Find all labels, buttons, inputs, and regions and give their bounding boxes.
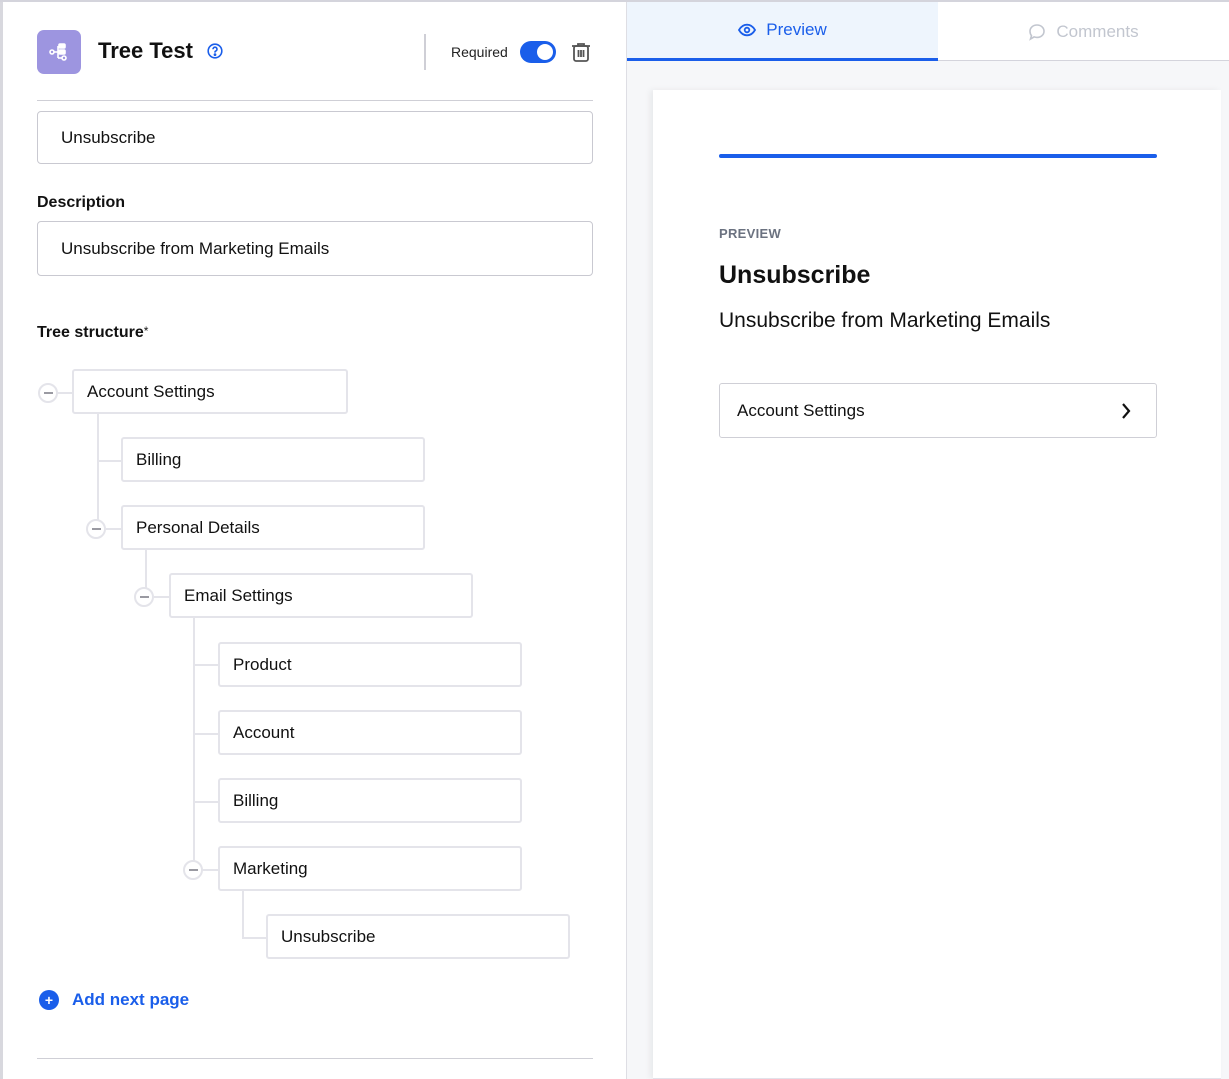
- toggle-knob: [537, 44, 553, 60]
- preview-tree-item[interactable]: Account Settings: [719, 383, 1157, 438]
- description-label: Description: [37, 194, 126, 211]
- progress-fill: [719, 154, 1157, 158]
- tree-connector: [97, 413, 99, 530]
- tree-node[interactable]: Personal Details: [121, 505, 425, 550]
- tree-node[interactable]: Account: [218, 710, 522, 755]
- trash-icon[interactable]: [570, 41, 592, 63]
- tree-connector: [242, 891, 244, 938]
- tree-connector: [193, 618, 195, 870]
- tree-node[interactable]: Email Settings: [169, 573, 473, 618]
- plus-icon: +: [39, 990, 59, 1010]
- preview-card: PREVIEW Unsubscribe Unsubscribe from Mar…: [653, 90, 1221, 1079]
- preview-kicker: PREVIEW: [719, 226, 782, 241]
- tree-node[interactable]: Unsubscribe: [266, 914, 570, 959]
- tree-connector: [57, 392, 73, 394]
- tree-connector: [193, 733, 218, 735]
- tree-node[interactable]: Marketing: [218, 846, 522, 891]
- required-toggle[interactable]: [520, 41, 556, 63]
- preview-description: Unsubscribe from Marketing Emails: [719, 309, 1051, 332]
- description-input[interactable]: Unsubscribe from Marketing Emails: [37, 221, 593, 276]
- tree-test-editor: Tree Test Required Unsubscribe Descripti…: [0, 0, 1229, 1079]
- collapse-toggle-personal-details[interactable]: [86, 519, 106, 539]
- preview-tree-item-label: Account Settings: [737, 400, 865, 420]
- preview-title: Unsubscribe: [719, 261, 871, 289]
- header-divider: [424, 34, 426, 70]
- tree-connector: [193, 664, 218, 666]
- tree-structure-label-text: Tree structure: [37, 324, 144, 341]
- footer-separator: [37, 1058, 593, 1059]
- add-next-page-label: Add next page: [72, 990, 190, 1009]
- tree-connector: [193, 801, 218, 803]
- collapse-toggle-account-settings[interactable]: [38, 383, 58, 403]
- collapse-toggle-marketing[interactable]: [183, 860, 203, 880]
- question-title-input[interactable]: Unsubscribe: [37, 111, 593, 164]
- tab-preview[interactable]: Preview: [627, 2, 938, 61]
- editor-panel: Tree Test Required Unsubscribe Descripti…: [0, 2, 627, 1079]
- help-icon[interactable]: [207, 43, 223, 59]
- block-title: Tree Test: [98, 38, 193, 63]
- required-label: Required: [451, 44, 508, 60]
- tree-node[interactable]: Account Settings: [72, 369, 348, 414]
- tree-connector: [242, 937, 267, 939]
- panel-tabs: Preview Comments: [627, 2, 1229, 61]
- tree-node[interactable]: Product: [218, 642, 522, 687]
- header-separator: [37, 100, 593, 101]
- progress-bar: [719, 154, 1157, 158]
- tree-node[interactable]: Billing: [121, 437, 425, 482]
- tree-connector: [154, 596, 170, 598]
- comment-icon: [1029, 23, 1046, 41]
- chevron-right-icon: [1122, 403, 1131, 419]
- add-next-page-button[interactable]: + Add next page: [39, 990, 189, 1010]
- tree-connector: [97, 460, 122, 462]
- eye-icon: [738, 23, 757, 37]
- required-asterisk: *: [143, 324, 149, 338]
- tree-structure-label: Tree structure*: [37, 324, 148, 342]
- tree-connector: [106, 528, 122, 530]
- tab-preview-label: Preview: [766, 20, 827, 39]
- preview-panel: Preview Comments PREVIEW Unsubscribe Uns…: [627, 2, 1229, 1079]
- tree-test-icon: [37, 30, 81, 74]
- tab-comments[interactable]: Comments: [938, 2, 1229, 61]
- collapse-toggle-email-settings[interactable]: [134, 587, 154, 607]
- tree-connector: [202, 869, 218, 871]
- tree-node[interactable]: Billing: [218, 778, 522, 823]
- block-header: Tree Test Required: [37, 30, 593, 74]
- tab-comments-label: Comments: [1056, 21, 1139, 41]
